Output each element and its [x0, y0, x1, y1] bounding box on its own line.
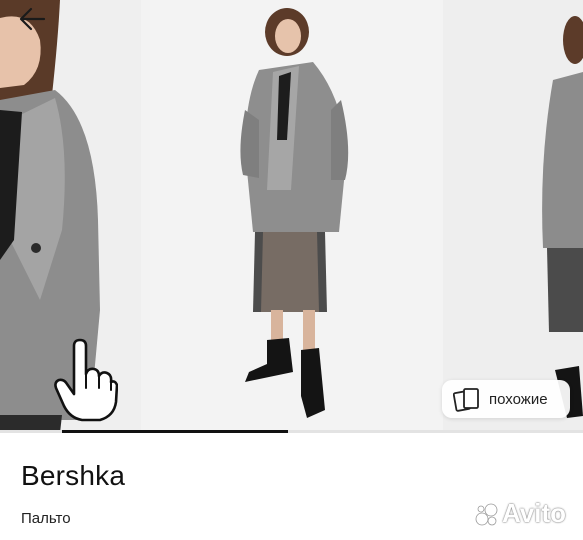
coat-image	[141, 0, 443, 433]
similar-button[interactable]: похожие	[442, 380, 570, 418]
arrow-left-icon[interactable]	[17, 6, 47, 32]
photo-gallery[interactable]: похожие	[0, 0, 583, 433]
coat-image	[443, 0, 583, 433]
gallery-progress-indicator	[62, 430, 288, 433]
cards-icon	[453, 388, 479, 412]
similar-button-label: похожие	[489, 390, 548, 408]
avito-logo-icon	[475, 503, 498, 526]
avito-watermark: Avito	[474, 497, 574, 531]
gallery-photo-3[interactable]	[443, 0, 583, 433]
gallery-photo-2[interactable]	[141, 0, 443, 433]
listing-category: Пальто	[21, 510, 71, 527]
hand-pointer-icon	[54, 338, 118, 422]
listing-brand: Bershka	[21, 460, 126, 491]
avito-watermark-text: Avito	[502, 498, 567, 528]
